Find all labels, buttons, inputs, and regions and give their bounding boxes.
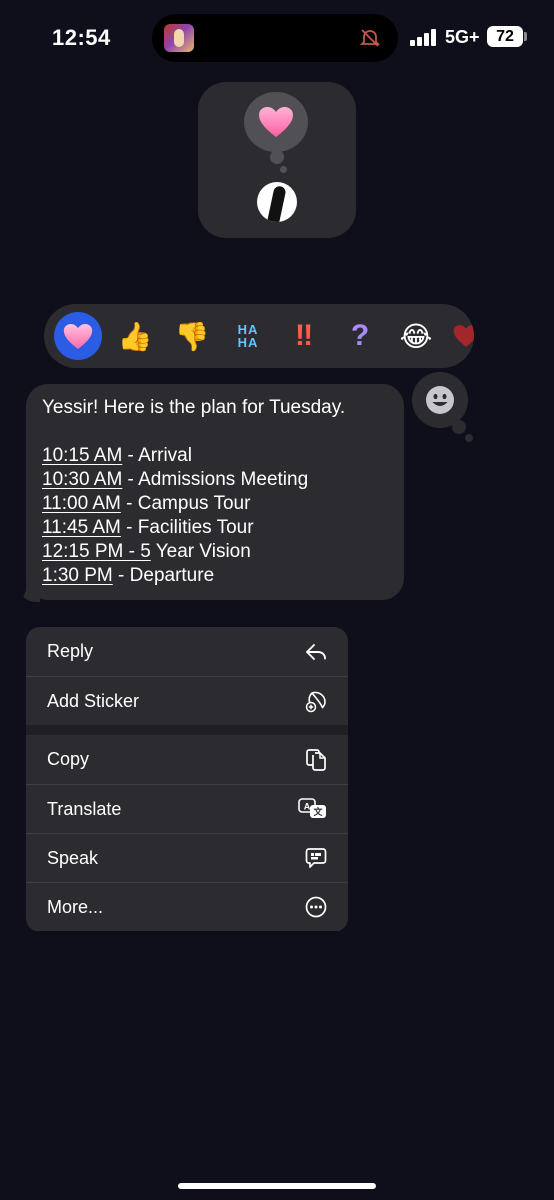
schedule-time-link[interactable]: 1:30 PM xyxy=(42,565,113,586)
menu-item-add-sticker[interactable]: Add Sticker xyxy=(26,676,348,725)
speak-bubble-icon xyxy=(304,846,328,870)
question-icon: ? xyxy=(350,319,370,352)
battery-tip xyxy=(524,32,527,41)
menu-item-reply[interactable]: Reply xyxy=(26,627,348,676)
more-ellipsis-icon xyxy=(304,895,328,919)
tapback-thumbs-up[interactable]: 👍 xyxy=(111,312,159,360)
thumbnail-image[interactable] xyxy=(164,24,194,52)
thumbs-down-icon: 👎 xyxy=(174,320,210,352)
menu-item-speak[interactable]: Speak xyxy=(26,833,348,882)
reply-arrow-icon xyxy=(304,640,328,664)
schedule-event: Campus Tour xyxy=(137,493,251,514)
schedule-event: Departure xyxy=(129,565,215,586)
thought-dot xyxy=(280,166,287,173)
thumbs-up-icon: 👍 xyxy=(117,320,153,352)
signal-bars-icon xyxy=(410,28,438,46)
menu-group-secondary: Copy Translate A 文 Speak More... xyxy=(26,735,348,931)
schedule-time-link[interactable]: 12:15 PM - 5 xyxy=(42,541,151,562)
contact-avatar[interactable] xyxy=(257,182,297,222)
menu-item-label: Translate xyxy=(47,798,122,819)
schedule-line: 12:15 PM - 5 Year Vision xyxy=(42,540,388,564)
message-bubble[interactable]: Yessir! Here is the plan for Tuesday. 10… xyxy=(26,384,404,600)
schedule-time-link[interactable]: 10:30 AM xyxy=(42,469,122,490)
menu-item-label: Reply xyxy=(47,641,94,661)
schedule-line: 11:45 AM - Facilities Tour xyxy=(42,517,254,538)
svg-text:文: 文 xyxy=(312,806,323,817)
tapback-question[interactable]: ? xyxy=(336,312,384,360)
tapback-laughing[interactable]: 😂 xyxy=(392,312,440,360)
emoji-picker-button[interactable] xyxy=(412,372,468,428)
message-intro: Yessir! Here is the plan for Tuesday. xyxy=(42,397,346,418)
messages-screen: 12:54 5G+ 72 👍 👎 HA HA ‼ ? 😂 Yessir! Her… xyxy=(0,0,554,1200)
pink-heart-icon xyxy=(244,92,308,152)
thought-bubble xyxy=(244,92,308,152)
schedule-line: 10:15 AM - Arrival xyxy=(42,445,192,466)
menu-item-label: Copy xyxy=(47,749,90,769)
svg-text:A: A xyxy=(304,802,311,812)
muted-bell-icon xyxy=(359,29,381,47)
tapback-exclamation[interactable]: ‼ xyxy=(280,312,328,360)
schedule-line: 10:30 AM - Admissions Meeting xyxy=(42,469,309,490)
red-heart-icon xyxy=(453,325,474,347)
tapback-thumbs-down[interactable]: 👎 xyxy=(168,312,216,360)
menu-item-label: Add Sticker xyxy=(47,690,140,711)
haha-icon: HA HA xyxy=(237,322,259,350)
tapback-heart[interactable] xyxy=(54,312,102,360)
network-type: 5G+ xyxy=(445,27,480,47)
menu-item-label: More... xyxy=(47,896,104,917)
laughing-icon: 😂 xyxy=(399,320,433,352)
thought-dot xyxy=(270,150,284,164)
battery-indicator: 72 xyxy=(487,26,523,47)
heart-icon xyxy=(63,323,93,349)
tapback-bar: 👍 👎 HA HA ‼ ? 😂 xyxy=(44,304,474,368)
schedule-event: Year Vision xyxy=(155,541,251,562)
tapback-partial-heart[interactable] xyxy=(442,312,474,360)
menu-item-copy[interactable]: Copy xyxy=(26,735,348,784)
menu-group-primary: Reply Add Sticker xyxy=(26,627,348,725)
schedule-time-link[interactable]: 11:45 AM xyxy=(42,517,121,538)
menu-separator xyxy=(26,725,348,735)
status-time: 12:54 xyxy=(52,25,111,50)
tapback-haha[interactable]: HA HA xyxy=(224,312,272,360)
contact-card[interactable] xyxy=(198,82,356,238)
bubble-tail-cutout xyxy=(8,580,26,602)
context-menu: Reply Add Sticker Copy Translate A 文 Spe… xyxy=(26,627,348,932)
schedule-line: 11:00 AM - Campus Tour xyxy=(42,493,251,514)
schedule-line: 1:30 PM - Departure xyxy=(42,565,215,586)
menu-item-translate[interactable]: Translate A 文 xyxy=(26,784,348,833)
translate-icon: A 文 xyxy=(298,797,328,821)
schedule-event: Admissions Meeting xyxy=(138,469,309,490)
schedule-event: Arrival xyxy=(138,445,192,466)
menu-item-more[interactable]: More... xyxy=(26,882,348,931)
schedule-time-link[interactable]: 10:15 AM xyxy=(42,445,122,466)
emoji-bubble-dot xyxy=(465,434,473,442)
home-indicator[interactable] xyxy=(178,1183,376,1189)
smiley-icon xyxy=(426,386,454,414)
schedule-event: Facilities Tour xyxy=(137,517,254,538)
copy-icon xyxy=(304,748,328,772)
dynamic-island[interactable] xyxy=(152,14,398,62)
menu-item-label: Speak xyxy=(47,847,99,868)
exclamation-icon: ‼ xyxy=(294,319,314,352)
add-sticker-icon xyxy=(304,689,328,713)
schedule-time-link[interactable]: 11:00 AM xyxy=(42,493,121,514)
